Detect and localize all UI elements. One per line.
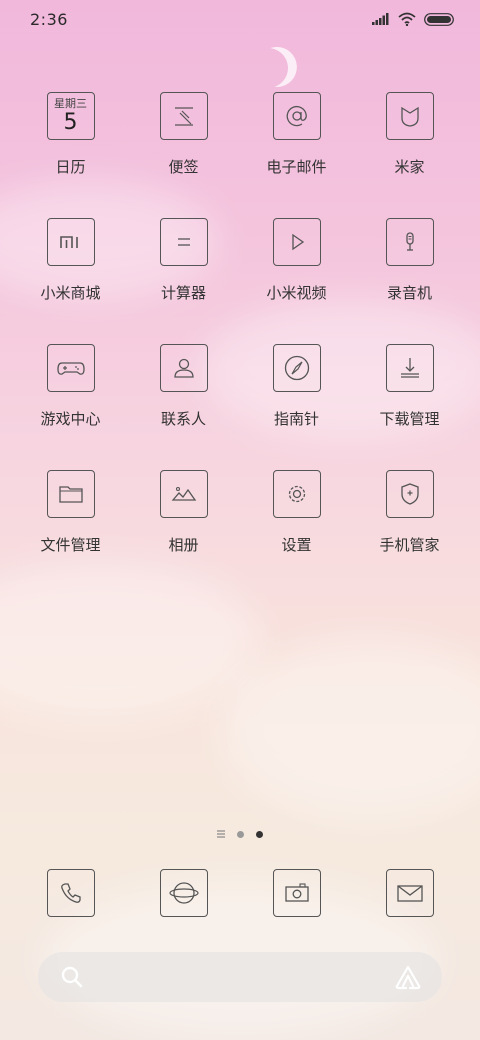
calculator-icon [159, 218, 208, 266]
download-icon [385, 344, 434, 392]
app-label: 设置 [281, 536, 312, 554]
wifi-icon [398, 12, 416, 26]
folder-icon [46, 470, 95, 518]
app-label: 手机管家 [379, 536, 440, 554]
dock-messages[interactable] [353, 869, 466, 917]
video-play-icon [272, 218, 321, 266]
person-icon [159, 344, 208, 392]
app-calculator[interactable]: 计算器 [127, 218, 240, 344]
compass-icon [272, 344, 321, 392]
home-menu-icon[interactable] [217, 830, 225, 838]
search-icon[interactable] [60, 965, 84, 989]
app-label: 游戏中心 [40, 410, 101, 428]
app-label: 日历 [55, 158, 86, 176]
app-label: 相册 [168, 536, 199, 554]
app-email[interactable]: 电子邮件 [240, 92, 353, 218]
notes-icon [159, 92, 208, 140]
calendar-weekday: 星期三 [54, 97, 87, 110]
camera-icon [272, 869, 321, 917]
app-label: 小米商城 [40, 284, 101, 302]
signal-icon [372, 13, 390, 25]
app-recorder[interactable]: 录音机 [353, 218, 466, 344]
moon-decoration [242, 42, 293, 93]
status-bar: 2:36 [0, 0, 480, 44]
app-label: 指南针 [273, 410, 319, 428]
app-settings[interactable]: 设置 [240, 470, 353, 596]
email-at-icon [272, 92, 321, 140]
calendar-day: 5 [63, 110, 78, 135]
app-mi-video[interactable]: 小米视频 [240, 218, 353, 344]
page-dot[interactable] [237, 830, 244, 838]
calendar-icon: 星期三 5 [46, 92, 95, 140]
page-dot-active[interactable] [256, 830, 263, 838]
app-label: 小米视频 [266, 284, 327, 302]
microphone-icon [385, 218, 434, 266]
app-label: 下载管理 [379, 410, 440, 428]
app-calendar[interactable]: 星期三 5 日历 [14, 92, 127, 218]
app-game-center[interactable]: 游戏中心 [14, 344, 127, 470]
app-label: 电子邮件 [266, 158, 327, 176]
app-label: 录音机 [386, 284, 432, 302]
app-label: 便签 [168, 158, 199, 176]
app-label: 文件管理 [40, 536, 101, 554]
app-mi-store[interactable]: 小米商城 [14, 218, 127, 344]
status-time: 2:36 [30, 10, 68, 29]
battery-icon [424, 12, 454, 26]
search-bar[interactable] [38, 952, 442, 1002]
gamepad-icon [46, 344, 95, 392]
dock-browser[interactable] [127, 869, 240, 917]
dock-phone[interactable] [14, 869, 127, 917]
app-label: 计算器 [160, 284, 206, 302]
shield-icon [385, 470, 434, 518]
dock-camera[interactable] [240, 869, 353, 917]
app-label: 米家 [394, 158, 425, 176]
phone-icon [46, 869, 95, 917]
browser-icon [159, 869, 208, 917]
dock [14, 869, 466, 917]
app-label: 联系人 [160, 410, 206, 428]
gallery-icon [159, 470, 208, 518]
app-download-manager[interactable]: 下载管理 [353, 344, 466, 470]
message-icon [385, 869, 434, 917]
app-gallery[interactable]: 相册 [127, 470, 240, 596]
mijia-icon [385, 92, 434, 140]
app-contacts[interactable]: 联系人 [127, 344, 240, 470]
app-security[interactable]: 手机管家 [353, 470, 466, 596]
app-compass[interactable]: 指南针 [240, 344, 353, 470]
assistant-icon[interactable] [394, 964, 422, 990]
page-indicator [0, 830, 480, 838]
gear-icon [272, 470, 321, 518]
app-notes[interactable]: 便签 [127, 92, 240, 218]
mi-store-icon [46, 218, 95, 266]
app-mijia[interactable]: 米家 [353, 92, 466, 218]
app-file-manager[interactable]: 文件管理 [14, 470, 127, 596]
app-grid: 星期三 5 日历 便签 电子邮件 米家 小米商城 计算器 小米视频 录音机 游戏… [14, 92, 466, 596]
